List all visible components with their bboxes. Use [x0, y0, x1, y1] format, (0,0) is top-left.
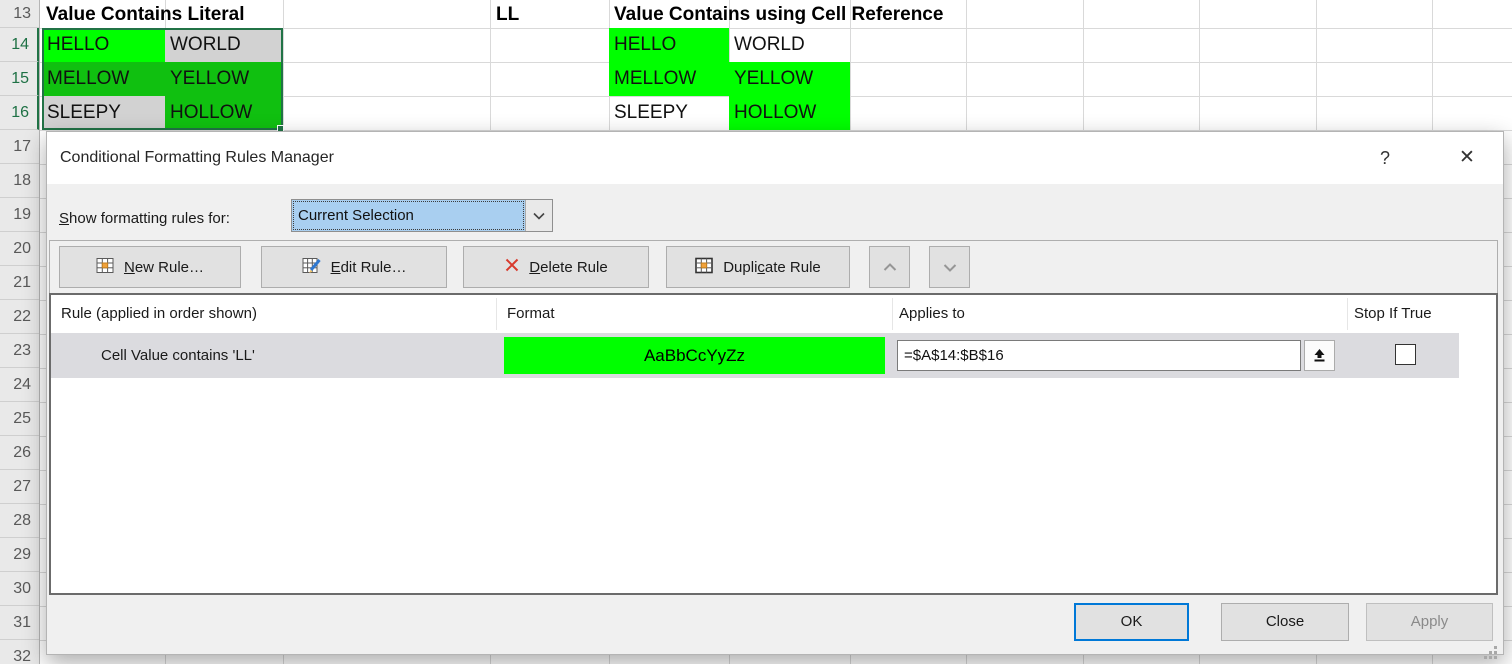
delete-rule-label: Delete Rule: [529, 259, 607, 276]
cell-B15[interactable]: YELLOW: [165, 62, 283, 96]
row-header-31[interactable]: 31: [0, 606, 39, 640]
cell-F14[interactable]: WORLD: [729, 28, 850, 62]
row-header-27[interactable]: 27: [0, 470, 39, 504]
row-header-15[interactable]: 15: [0, 62, 39, 96]
row-header-28[interactable]: 28: [0, 504, 39, 538]
rules-toolbar: New Rule… Edit Rule… Delete Rule Duplica…: [49, 240, 1498, 293]
row-header-18[interactable]: 18: [0, 164, 39, 198]
row-header-29[interactable]: 29: [0, 538, 39, 572]
chevron-down-icon: [943, 259, 957, 276]
dropdown-selected-value: Current Selection: [292, 200, 525, 231]
column-divider: [892, 298, 893, 330]
rules-list: Rule (applied in order shown) Format App…: [49, 293, 1498, 595]
show-formatting-rules-label: Show formatting rules for:: [59, 210, 230, 227]
column-divider: [1347, 298, 1348, 330]
edit-rule-button[interactable]: Edit Rule…: [261, 246, 447, 288]
ok-button[interactable]: OK: [1074, 603, 1189, 641]
new-rule-label: New Rule…: [124, 259, 204, 276]
applies-to-input[interactable]: [897, 340, 1301, 371]
close-button[interactable]: Close: [1221, 603, 1349, 641]
row-header-17[interactable]: 17: [0, 130, 39, 164]
rule-description: Cell Value contains 'LL': [101, 333, 255, 378]
excel-screen: Value Contains Literal LL Value Contains…: [0, 0, 1512, 664]
cell-F16[interactable]: HOLLOW: [729, 96, 850, 130]
column-header-stop-if-true: Stop If True: [1354, 295, 1432, 333]
header-value-contains-literal: Value Contains Literal: [46, 1, 245, 28]
column-header-rule: Rule (applied in order shown): [61, 295, 257, 333]
cell-F15[interactable]: YELLOW: [729, 62, 850, 96]
row-header-13[interactable]: 13: [0, 0, 39, 28]
header-criteria-ll: LL: [496, 1, 519, 28]
show-rules-for-dropdown[interactable]: Current Selection: [291, 199, 553, 232]
cell-A14[interactable]: HELLO: [42, 28, 165, 62]
row-header-32[interactable]: 32: [0, 640, 39, 664]
row-header-16[interactable]: 16: [0, 96, 39, 130]
header-value-contains-cell-reference: Value Contains using Cell Reference: [614, 1, 943, 28]
stop-if-true-checkbox[interactable]: [1395, 344, 1416, 365]
new-rule-table-icon: [96, 257, 115, 278]
row-header-30[interactable]: 30: [0, 572, 39, 606]
row-header-22[interactable]: 22: [0, 300, 39, 334]
edit-rule-label: Edit Rule…: [331, 259, 407, 276]
column-divider: [496, 298, 497, 330]
row-header-26[interactable]: 26: [0, 436, 39, 470]
row-header-23[interactable]: 23: [0, 334, 39, 368]
cell-A15[interactable]: MELLOW: [42, 62, 165, 96]
dialog-title: Conditional Formatting Rules Manager: [60, 132, 334, 184]
row-header-25[interactable]: 25: [0, 402, 39, 436]
column-header-applies-to: Applies to: [899, 295, 965, 333]
row-header-14[interactable]: 14: [0, 28, 39, 62]
cell-E15[interactable]: MELLOW: [609, 62, 729, 96]
column-header-format: Format: [507, 295, 555, 333]
duplicate-rule-button[interactable]: Duplicate Rule: [666, 246, 850, 288]
row-header-20[interactable]: 20: [0, 232, 39, 266]
row-header-19[interactable]: 19: [0, 198, 39, 232]
cell-E16[interactable]: SLEEPY: [609, 96, 729, 130]
resize-grip-icon[interactable]: [1494, 646, 1497, 649]
collapse-dialog-icon[interactable]: [1304, 340, 1335, 371]
move-rule-up-button[interactable]: [869, 246, 910, 288]
chevron-down-icon[interactable]: [525, 200, 552, 231]
rule-row[interactable]: Cell Value contains 'LL' AaBbCcYyZz: [51, 333, 1459, 378]
duplicate-rule-label: Duplicate Rule: [723, 259, 821, 276]
move-rule-down-button[interactable]: [929, 246, 970, 288]
delete-rule-button[interactable]: Delete Rule: [463, 246, 649, 288]
delete-x-icon: [504, 257, 520, 277]
duplicate-rule-table-icon: [695, 257, 714, 278]
cell-A16[interactable]: SLEEPY: [42, 96, 165, 130]
chevron-up-icon: [883, 259, 897, 276]
dialog-titlebar: Conditional Formatting Rules Manager ? ✕: [47, 132, 1503, 184]
edit-rule-pencil-icon: [302, 257, 322, 278]
close-icon[interactable]: ✕: [1443, 132, 1491, 184]
cell-E14[interactable]: HELLO: [609, 28, 729, 62]
apply-button: Apply: [1366, 603, 1493, 641]
cell-B16[interactable]: HOLLOW: [165, 96, 283, 130]
format-preview: AaBbCcYyZz: [504, 337, 885, 374]
row-header-column: 1314151617181920212223242526272829303132: [0, 0, 40, 664]
row-header-24[interactable]: 24: [0, 368, 39, 402]
row-header-21[interactable]: 21: [0, 266, 39, 300]
cell-B14[interactable]: WORLD: [165, 28, 283, 62]
new-rule-button[interactable]: New Rule…: [59, 246, 241, 288]
conditional-formatting-rules-manager-dialog: Conditional Formatting Rules Manager ? ✕…: [46, 131, 1504, 655]
help-icon[interactable]: ?: [1365, 132, 1405, 184]
